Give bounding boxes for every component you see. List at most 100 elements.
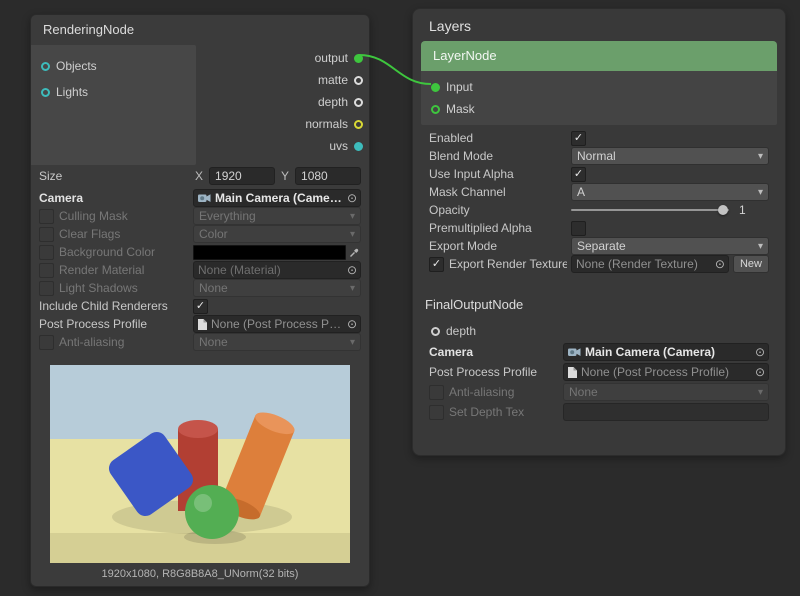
layer-node-header[interactable]: LayerNode	[421, 41, 777, 71]
set-depth-tex-checkbox[interactable]	[429, 405, 444, 420]
port-dot-input[interactable]	[431, 83, 440, 92]
rendering-node-properties: Camera Main Camera (Camera) ⊙ Culling Ma…	[31, 187, 369, 353]
dropdown-value: None	[199, 281, 346, 295]
final-output-node[interactable]: FinalOutputNode depth Camera Main Camera…	[421, 291, 777, 422]
rendering-node[interactable]: RenderingNode Objects Lights output matt…	[30, 14, 370, 587]
premultiplied-alpha-checkbox[interactable]	[571, 221, 586, 236]
blend-mode-label: Blend Mode	[425, 149, 567, 163]
port-label: Objects	[56, 59, 97, 73]
layer-node-properties: Enabled ✓ Blend Mode Normal ▾ Use Input …	[421, 125, 777, 273]
opacity-slider[interactable]	[571, 202, 729, 218]
output-ports-box: output matte depth normals uvs	[196, 45, 369, 165]
chevron-down-icon: ▾	[758, 387, 763, 398]
layers-panel-title[interactable]: Layers	[413, 9, 785, 41]
export-render-texture-checkbox[interactable]: ✓	[429, 257, 444, 272]
render-material-label: Render Material	[59, 263, 144, 277]
port-label: Input	[446, 80, 473, 94]
port-dot-mask[interactable]	[431, 105, 440, 114]
dropdown-value: Normal	[577, 149, 754, 163]
port-matte[interactable]: matte	[196, 69, 369, 91]
object-picker-icon[interactable]: ⊙	[347, 191, 357, 205]
background-color-label: Background Color	[59, 245, 155, 259]
port-output[interactable]: output	[196, 47, 369, 69]
anti-aliasing-checkbox[interactable]	[39, 335, 54, 350]
layers-panel[interactable]: Layers LayerNode Input Mask Enabled ✓	[412, 8, 786, 456]
fon-post-process-profile-label: Post Process Profile	[425, 365, 559, 379]
rendering-node-title[interactable]: RenderingNode	[31, 15, 369, 45]
dropdown-value: Everything	[199, 209, 346, 223]
port-dot-output[interactable]	[354, 54, 363, 63]
fon-anti-aliasing-checkbox[interactable]	[429, 385, 444, 400]
port-depth-final[interactable]: depth	[421, 320, 777, 342]
file-icon	[568, 367, 577, 378]
object-picker-icon[interactable]: ⊙	[347, 317, 357, 331]
property-row-post-process-profile: Post Process Profile None (Post Process …	[31, 315, 369, 333]
use-input-alpha-checkbox[interactable]: ✓	[571, 167, 586, 182]
color-swatch[interactable]	[193, 245, 346, 260]
object-picker-icon[interactable]: ⊙	[715, 257, 725, 271]
port-dot-objects[interactable]	[41, 62, 50, 71]
export-mode-label: Export Mode	[425, 239, 567, 253]
port-dot-depth[interactable]	[354, 98, 363, 107]
opacity-label: Opacity	[425, 203, 567, 217]
eyedropper-icon[interactable]	[349, 246, 361, 258]
port-dot-matte[interactable]	[354, 76, 363, 85]
camera-icon	[568, 347, 581, 357]
property-row-culling-mask: Culling Mask Everything ▾	[31, 207, 369, 225]
port-label: depth	[318, 95, 348, 109]
port-lights[interactable]: Lights	[31, 79, 196, 105]
culling-mask-checkbox[interactable]	[39, 209, 54, 224]
culling-mask-dropdown[interactable]: Everything ▾	[193, 207, 361, 225]
new-render-texture-button[interactable]: New	[733, 255, 769, 273]
fon-post-process-profile-object-field[interactable]: None (Post Process Profile) ⊙	[563, 363, 769, 381]
blend-mode-dropdown[interactable]: Normal ▾	[571, 147, 769, 165]
port-dot-uvs[interactable]	[354, 142, 363, 151]
final-output-node-title[interactable]: FinalOutputNode	[421, 291, 777, 320]
preview-caption: 1920x1080, R8G8B8A8_UNorm(32 bits)	[31, 565, 369, 586]
port-mask[interactable]: Mask	[421, 98, 777, 120]
port-normals[interactable]: normals	[196, 113, 369, 135]
export-render-texture-object-field[interactable]: None (Render Texture) ⊙	[571, 255, 729, 273]
layer-node-ports: Input Mask	[421, 71, 777, 125]
port-dot-normals[interactable]	[354, 120, 363, 129]
port-dot-lights[interactable]	[41, 88, 50, 97]
port-uvs[interactable]: uvs	[196, 135, 369, 157]
object-picker-icon[interactable]: ⊙	[755, 365, 765, 379]
camera-object-field[interactable]: Main Camera (Camera) ⊙	[193, 189, 361, 207]
layer-node[interactable]: LayerNode Input Mask Enabled ✓ Blend Mod…	[421, 41, 777, 273]
slider-track[interactable]	[571, 209, 729, 211]
premultiplied-alpha-label: Premultiplied Alpha	[425, 221, 567, 235]
anti-aliasing-dropdown[interactable]: None ▾	[193, 333, 361, 351]
fon-camera-object-field[interactable]: Main Camera (Camera) ⊙	[563, 343, 769, 361]
object-picker-icon[interactable]: ⊙	[347, 263, 357, 277]
size-y-field[interactable]: 1080	[295, 167, 361, 185]
object-picker-icon[interactable]: ⊙	[755, 345, 765, 359]
clear-flags-dropdown[interactable]: Color ▾	[193, 225, 361, 243]
mask-channel-dropdown[interactable]: A ▾	[571, 183, 769, 201]
port-dot-depth-final[interactable]	[431, 327, 440, 336]
clear-flags-checkbox[interactable]	[39, 227, 54, 242]
opacity-value[interactable]: 1	[739, 203, 746, 217]
light-shadows-checkbox[interactable]	[39, 281, 54, 296]
render-material-object-field[interactable]: None (Material) ⊙	[193, 261, 361, 279]
post-process-profile-object-field[interactable]: None (Post Process Profile) ⊙	[193, 315, 361, 333]
dropdown-value: A	[577, 185, 754, 199]
light-shadows-dropdown[interactable]: None ▾	[193, 279, 361, 297]
fon-anti-aliasing-dropdown[interactable]: None ▾	[563, 383, 769, 401]
object-field-value: None (Render Texture)	[576, 257, 711, 271]
port-objects[interactable]: Objects	[31, 53, 196, 79]
slider-knob[interactable]	[718, 205, 728, 215]
include-child-renderers-checkbox[interactable]: ✓	[193, 299, 208, 314]
port-input[interactable]: Input	[421, 76, 777, 98]
dropdown-value: Color	[199, 227, 346, 241]
port-depth[interactable]: depth	[196, 91, 369, 113]
background-color-checkbox[interactable]	[39, 245, 54, 260]
background-color-field[interactable]	[193, 245, 361, 260]
chevron-down-icon: ▾	[758, 151, 763, 162]
enabled-checkbox[interactable]: ✓	[571, 131, 586, 146]
set-depth-tex-field[interactable]	[563, 403, 769, 421]
render-material-checkbox[interactable]	[39, 263, 54, 278]
export-mode-dropdown[interactable]: Separate ▾	[571, 237, 769, 255]
size-x-field[interactable]: 1920	[209, 167, 275, 185]
property-row-mask-channel: Mask Channel A ▾	[421, 183, 777, 201]
